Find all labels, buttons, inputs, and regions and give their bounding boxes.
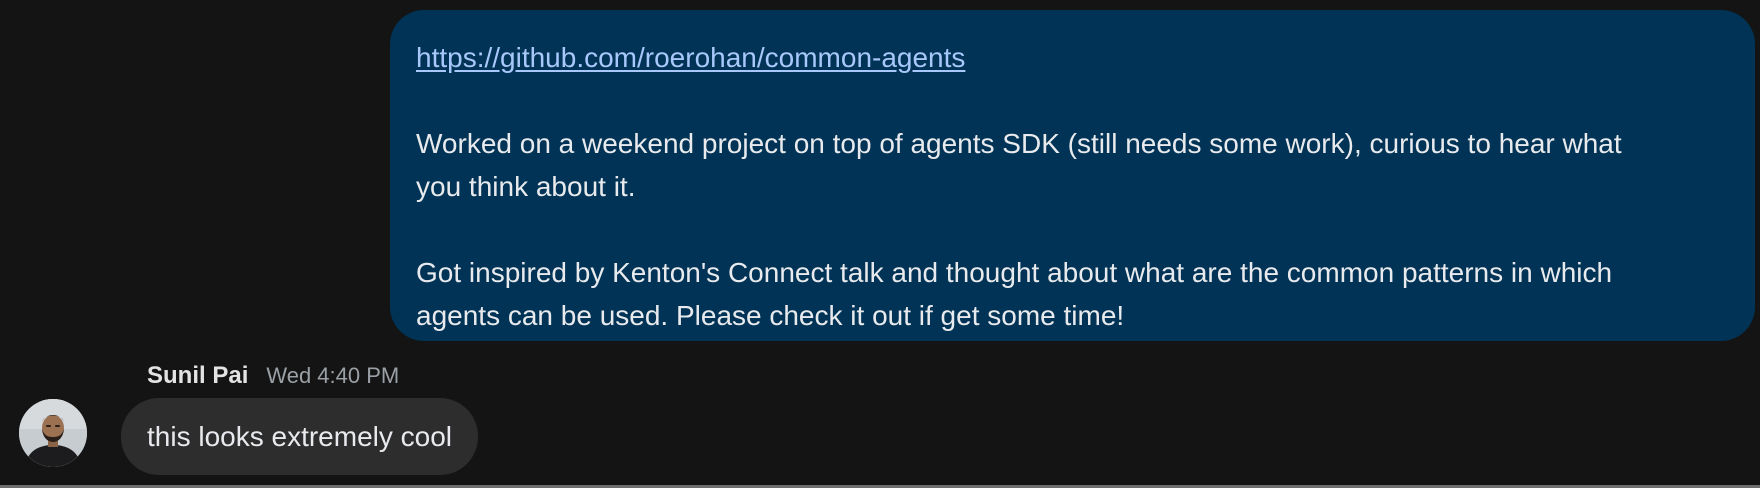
incoming-message-bubble[interactable]: this looks extremely cool	[121, 398, 479, 475]
message-timestamp: Wed 4:40 PM	[266, 363, 400, 388]
incoming-message-text: this looks extremely cool	[147, 420, 453, 452]
message-text-line: agents can be used. Please check it out …	[416, 300, 1125, 331]
message-header: Sunil Pai Wed 4:40 PM	[147, 362, 399, 394]
message-text-line: you think about it.	[416, 171, 636, 202]
outgoing-message-bubble[interactable]: https://github.com/roerohan/common-agent…	[390, 10, 1755, 341]
message-text-line: Worked on a weekend project on top of ag…	[416, 128, 1622, 159]
chat-thread: https://github.com/roerohan/common-agent…	[0, 0, 1760, 488]
message-link-line: https://github.com/roerohan/common-agent…	[416, 36, 1731, 79]
sender-name[interactable]: Sunil Pai	[147, 362, 248, 390]
github-link[interactable]: https://github.com/roerohan/common-agent…	[416, 42, 965, 73]
message-text-line: Got inspired by Kenton's Connect talk an…	[416, 257, 1613, 288]
user-photo-avatar-icon	[19, 399, 87, 467]
avatar[interactable]	[19, 399, 87, 467]
